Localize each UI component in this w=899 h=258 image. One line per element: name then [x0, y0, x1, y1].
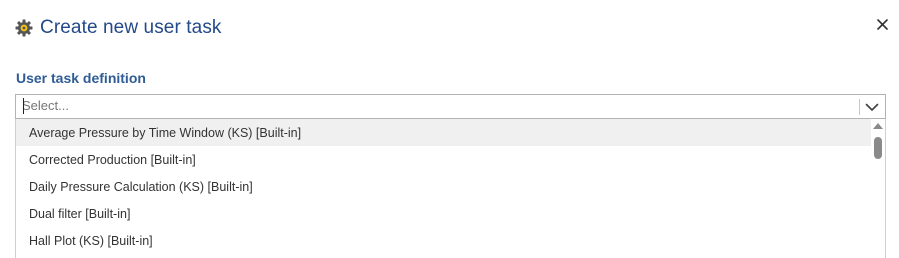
option-item[interactable]: Dual filter [Built-in]: [16, 200, 885, 227]
scroll-thumb[interactable]: [874, 137, 882, 159]
options-dropdown: Average Pressure by Time Window (KS) [Bu…: [15, 119, 886, 258]
text-cursor: [23, 98, 24, 114]
user-task-definition-select[interactable]: Select...: [15, 94, 886, 119]
option-item[interactable]: Hall Plot (KS) [Built-in]: [16, 227, 885, 254]
gear-icon: [15, 19, 33, 37]
create-user-task-dialog: Create new user task User task definitio…: [0, 0, 899, 258]
option-item[interactable]: Corrected Production [Built-in]: [16, 146, 885, 173]
dialog-header: Create new user task: [15, 14, 222, 42]
user-task-definition-label: User task definition: [16, 70, 146, 86]
dropdown-scrollbar[interactable]: [871, 119, 885, 258]
select-divider: [859, 99, 860, 115]
chevron-down-icon[interactable]: [864, 100, 880, 114]
close-icon[interactable]: [875, 17, 889, 31]
option-item[interactable]: Daily Pressure Calculation (KS) [Built-i…: [16, 173, 885, 200]
select-placeholder[interactable]: Select...: [22, 98, 69, 113]
scroll-up-arrow-icon[interactable]: [873, 123, 883, 129]
option-item[interactable]: Average Pressure by Time Window (KS) [Bu…: [16, 119, 885, 146]
dialog-title: Create new user task: [40, 17, 222, 38]
